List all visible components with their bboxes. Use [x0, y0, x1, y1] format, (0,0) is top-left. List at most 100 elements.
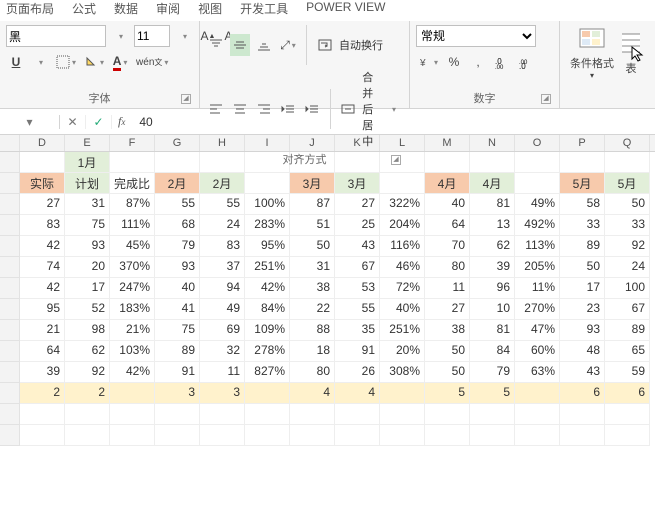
cell[interactable] — [515, 404, 560, 425]
cell[interactable] — [605, 425, 650, 446]
cell[interactable]: 91 — [335, 341, 380, 362]
font-dialog-launcher[interactable]: ◢ — [181, 94, 191, 104]
tab-view[interactable]: 视图 — [198, 0, 222, 17]
cell[interactable]: 103% — [110, 341, 155, 362]
cell[interactable]: 27 — [335, 194, 380, 215]
cell[interactable]: 81 — [470, 320, 515, 341]
cell[interactable]: 50 — [560, 257, 605, 278]
cell[interactable] — [470, 404, 515, 425]
cell[interactable]: 58 — [560, 194, 605, 215]
cell[interactable]: 83 — [20, 215, 65, 236]
cell[interactable]: 70 — [425, 236, 470, 257]
cell[interactable]: 308% — [380, 362, 425, 383]
cell[interactable]: 87 — [290, 194, 335, 215]
format-table-button[interactable]: 表 — [622, 30, 640, 78]
merge-center-label[interactable]: 合并后居中 — [362, 69, 379, 149]
totals-cell[interactable]: 4 — [290, 383, 335, 404]
accounting-format-button[interactable]: ¥ — [416, 51, 440, 73]
cell[interactable]: 72% — [380, 278, 425, 299]
cell[interactable] — [380, 425, 425, 446]
cell[interactable]: 322% — [380, 194, 425, 215]
cell[interactable]: 89 — [605, 320, 650, 341]
cell[interactable]: 93 — [560, 320, 605, 341]
fx-icon[interactable]: fx — [112, 114, 131, 129]
align-middle-icon[interactable] — [230, 34, 250, 56]
formula-value[interactable]: 40 — [131, 115, 152, 129]
cell[interactable]: 21% — [110, 320, 155, 341]
cell[interactable]: 88 — [290, 320, 335, 341]
cell[interactable]: 270% — [515, 299, 560, 320]
cell[interactable]: 251% — [380, 320, 425, 341]
col-header[interactable]: M — [425, 135, 470, 151]
cell[interactable]: 24 — [605, 257, 650, 278]
cell[interactable]: 204% — [380, 215, 425, 236]
subheader-m5b[interactable]: 5月 — [605, 173, 650, 194]
cell[interactable]: 183% — [110, 299, 155, 320]
cell[interactable]: 46% — [380, 257, 425, 278]
cell[interactable] — [380, 404, 425, 425]
cell[interactable]: 18 — [290, 341, 335, 362]
totals-cell[interactable]: 5 — [425, 383, 470, 404]
cell[interactable]: 37 — [200, 257, 245, 278]
cell[interactable]: 116% — [380, 236, 425, 257]
cell[interactable] — [560, 404, 605, 425]
subheader-m2b[interactable]: 2月 — [200, 173, 245, 194]
cell[interactable]: 205% — [515, 257, 560, 278]
cell[interactable]: 31 — [290, 257, 335, 278]
cell[interactable]: 65 — [605, 341, 650, 362]
cell[interactable]: 40 — [155, 278, 200, 299]
align-center-icon[interactable] — [230, 98, 250, 120]
cell[interactable]: 42 — [20, 278, 65, 299]
cell[interactable]: 89 — [560, 236, 605, 257]
underline-button[interactable]: U — [6, 51, 26, 73]
tab-review[interactable]: 审阅 — [156, 0, 180, 17]
align-dialog-launcher[interactable]: ◢ — [391, 155, 401, 165]
cell[interactable]: 27 — [425, 299, 470, 320]
totals-cell[interactable]: 6 — [560, 383, 605, 404]
merge-dropdown[interactable] — [383, 98, 403, 120]
cell[interactable]: 40% — [380, 299, 425, 320]
cell[interactable] — [110, 404, 155, 425]
subheader-m2a[interactable]: 2月 — [155, 173, 200, 194]
cell[interactable]: 11 — [200, 362, 245, 383]
cell[interactable]: 87% — [110, 194, 155, 215]
cell[interactable] — [200, 425, 245, 446]
cell[interactable]: 75 — [155, 320, 200, 341]
totals-cell[interactable]: 3 — [200, 383, 245, 404]
cell[interactable]: 42 — [20, 236, 65, 257]
cell[interactable]: 13 — [470, 215, 515, 236]
align-right-icon[interactable] — [254, 98, 274, 120]
font-size-dropdown[interactable] — [174, 25, 194, 47]
cell[interactable]: 81 — [470, 194, 515, 215]
col-header[interactable]: E — [65, 135, 110, 151]
cell[interactable] — [290, 425, 335, 446]
tab-power-view[interactable]: POWER VIEW — [306, 0, 385, 17]
align-top-icon[interactable] — [206, 34, 226, 56]
cell[interactable]: 50 — [290, 236, 335, 257]
month-header-jan[interactable]: 1月 — [65, 152, 110, 173]
increase-indent-icon[interactable] — [302, 98, 322, 120]
cell[interactable]: 41 — [155, 299, 200, 320]
wrap-text-label[interactable]: 自动换行 — [339, 37, 383, 53]
totals-cell[interactable]: 2 — [65, 383, 110, 404]
cancel-button[interactable]: ✕ — [60, 115, 86, 129]
cell[interactable]: 283% — [245, 215, 290, 236]
cell[interactable]: 39 — [20, 362, 65, 383]
cell[interactable] — [515, 425, 560, 446]
cell[interactable]: 42% — [245, 278, 290, 299]
cell[interactable] — [20, 425, 65, 446]
cell[interactable]: 55 — [155, 194, 200, 215]
cell[interactable]: 89 — [155, 341, 200, 362]
merge-center-icon[interactable] — [338, 98, 358, 120]
cell[interactable]: 51 — [290, 215, 335, 236]
percent-button[interactable]: % — [444, 51, 464, 73]
col-header[interactable]: O — [515, 135, 560, 151]
subheader-ratio[interactable]: 完成比 — [110, 173, 155, 194]
cell[interactable] — [290, 404, 335, 425]
subheader-m3a[interactable]: 3月 — [290, 173, 335, 194]
cell[interactable]: 83 — [200, 236, 245, 257]
totals-cell[interactable]: 3 — [155, 383, 200, 404]
cell[interactable]: 98 — [65, 320, 110, 341]
cell[interactable]: 827% — [245, 362, 290, 383]
cell[interactable]: 370% — [110, 257, 155, 278]
